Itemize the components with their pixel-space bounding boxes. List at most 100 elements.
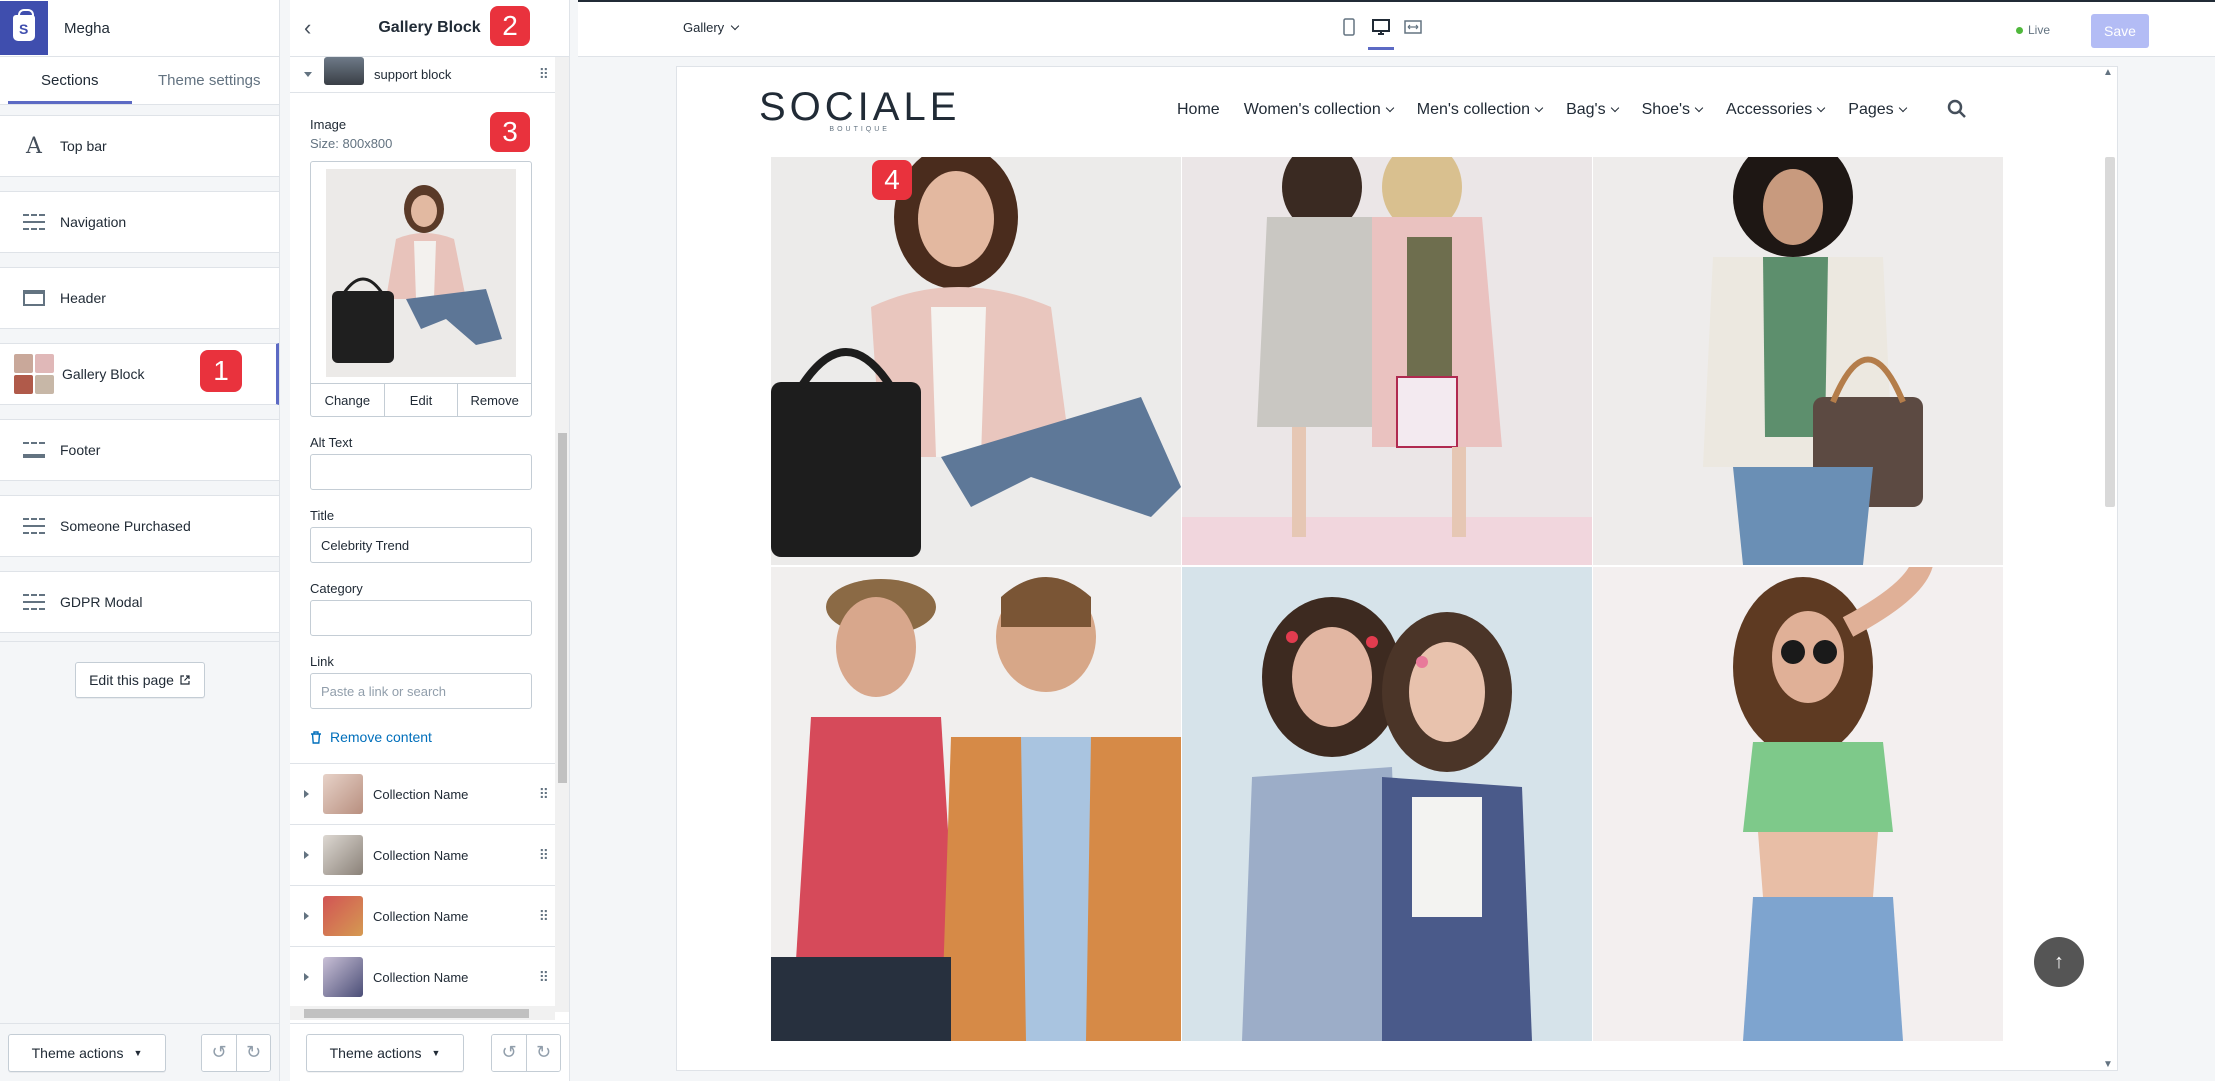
section-label: Gallery Block — [62, 366, 145, 382]
collection-block-row[interactable]: Collection Name ⠿ — [290, 947, 569, 1008]
title-input[interactable]: Celebrity Trend — [310, 527, 532, 563]
edit-image-button[interactable]: Edit — [383, 384, 458, 416]
menu-label: Home — [1177, 101, 1220, 118]
section-lines-icon — [22, 515, 46, 537]
caret-right-icon — [304, 912, 309, 920]
gallery-image[interactable] — [1593, 157, 2003, 565]
editor-vertical-scrollbar[interactable] — [555, 57, 569, 1012]
gallery-image[interactable] — [1593, 567, 2003, 1041]
section-label: GDPR Modal — [60, 594, 143, 610]
fullscreen-view-icon[interactable] — [1404, 16, 1422, 38]
preview-vertical-scrollbar[interactable]: ▲ ▼ — [2099, 67, 2117, 1070]
collection-thumbnail — [323, 774, 363, 814]
section-item-navigation[interactable]: Navigation — [0, 191, 279, 253]
preview-topbar: Gallery Live Save — [578, 0, 2215, 57]
chevron-down-icon — [1385, 103, 1394, 113]
section-item-header[interactable]: Header — [0, 267, 279, 329]
page-selector[interactable]: Gallery — [683, 20, 740, 35]
trash-icon — [311, 730, 321, 744]
drag-handle-icon[interactable]: ⠿ — [539, 908, 549, 925]
section-item-gdpr-modal[interactable]: GDPR Modal — [0, 571, 279, 633]
block-editor-panel: ‹ Gallery Block support block ⠿ Image Si… — [290, 0, 570, 1081]
menu-item-accessories[interactable]: Accessories — [1726, 101, 1826, 119]
mobile-view-icon[interactable] — [1340, 16, 1358, 38]
device-toggle — [1340, 16, 1422, 50]
scroll-up-icon[interactable]: ▲ — [2103, 67, 2113, 78]
drag-handle-icon[interactable]: ⠿ — [539, 66, 549, 83]
menu-item-pages[interactable]: Pages — [1848, 101, 1907, 119]
remove-content-link[interactable]: Remove content — [310, 729, 549, 745]
undo-icon[interactable]: ↺ — [492, 1034, 526, 1071]
scroll-to-top-button[interactable]: ↑ — [2034, 937, 2084, 987]
section-lines-icon — [22, 591, 46, 613]
sections-sidebar: S Megha Sections Theme settings A Top ba… — [0, 0, 280, 1081]
collection-thumbnail — [323, 896, 363, 936]
menu-label: Women's collection — [1243, 101, 1381, 118]
redo-icon[interactable]: ↻ — [236, 1034, 270, 1071]
alt-text-input[interactable] — [310, 454, 532, 490]
caret-down-icon: ▼ — [133, 1047, 143, 1058]
gallery-image[interactable] — [1182, 157, 1592, 565]
chevron-down-icon — [1610, 103, 1619, 113]
annotation-badge-4: 4 — [872, 160, 912, 200]
store-logo-text: SOCIALE — [759, 85, 961, 129]
menu-label: Bag's — [1566, 101, 1606, 118]
collection-block-row[interactable]: Collection Name ⠿ — [290, 764, 569, 825]
drag-handle-icon[interactable]: ⠿ — [539, 847, 549, 864]
back-arrow-icon[interactable]: ‹ — [304, 15, 311, 41]
storefront-nav: SOCIALE BOUTIQUE Home Women's collection… — [677, 67, 2117, 157]
support-block-row[interactable]: support block ⠿ — [290, 56, 569, 93]
section-item-top-bar[interactable]: A Top bar — [0, 115, 279, 177]
collection-label: Collection Name — [373, 786, 469, 802]
store-logo[interactable]: SOCIALE BOUTIQUE — [759, 85, 960, 133]
collection-thumbnail — [323, 835, 363, 875]
remove-image-button[interactable]: Remove — [457, 384, 531, 416]
menu-item-shoes[interactable]: Shoe's — [1642, 101, 1704, 119]
gallery-image[interactable] — [771, 157, 1181, 565]
gallery-image[interactable] — [1182, 567, 1592, 1041]
live-status-label: Live — [2027, 23, 2050, 37]
edit-this-page-button[interactable]: Edit this page — [74, 662, 205, 698]
tab-theme-settings[interactable]: Theme settings — [140, 57, 280, 104]
sidebar-tabs: Sections Theme settings — [0, 57, 279, 105]
scroll-down-icon[interactable]: ▼ — [2103, 1059, 2113, 1070]
link-input[interactable]: Paste a link or search — [310, 673, 532, 709]
search-icon[interactable] — [1947, 99, 1967, 124]
theme-actions-button[interactable]: Theme actions ▼ — [8, 1033, 166, 1072]
edit-page-label: Edit this page — [89, 672, 174, 688]
section-item-someone-purchased[interactable]: Someone Purchased — [0, 495, 279, 557]
shopify-logo-icon[interactable]: S — [0, 1, 48, 55]
live-status: Live — [2015, 23, 2050, 37]
gallery-image[interactable] — [771, 567, 1181, 1041]
undo-icon[interactable]: ↺ — [202, 1034, 236, 1071]
drag-handle-icon[interactable]: ⠿ — [539, 969, 549, 986]
caret-down-icon: ▼ — [431, 1047, 441, 1058]
menu-label: Accessories — [1726, 101, 1813, 118]
save-button[interactable]: Save — [2091, 14, 2149, 48]
theme-actions-label: Theme actions — [329, 1044, 422, 1061]
menu-item-bags[interactable]: Bag's — [1566, 101, 1619, 119]
menu-label: Pages — [1848, 101, 1894, 118]
menu-item-mens-collection[interactable]: Men's collection — [1417, 101, 1544, 119]
change-image-button[interactable]: Change — [311, 384, 384, 416]
collection-block-row[interactable]: Collection Name ⠿ — [290, 825, 569, 886]
caret-right-icon — [304, 851, 309, 859]
image-picker: Change Edit Remove — [310, 161, 532, 417]
tab-sections[interactable]: Sections — [0, 57, 140, 104]
store-bar: S Megha — [0, 0, 279, 57]
category-input[interactable] — [310, 600, 532, 636]
drag-handle-icon[interactable]: ⠿ — [539, 786, 549, 803]
storefront-preview: SOCIALE BOUTIQUE Home Women's collection… — [676, 66, 2118, 1071]
block-settings-form: Image Size: 800x800 Change Edit Remove A… — [290, 93, 569, 745]
alt-text-label: Alt Text — [310, 435, 353, 450]
menu-item-home[interactable]: Home — [1177, 101, 1220, 119]
section-item-footer[interactable]: Footer — [0, 419, 279, 481]
undo-redo-group: ↺ ↻ — [201, 1033, 271, 1072]
collection-label: Collection Name — [373, 908, 469, 924]
redo-icon[interactable]: ↻ — [526, 1034, 560, 1071]
theme-actions-button[interactable]: Theme actions ▼ — [306, 1033, 464, 1072]
editor-horizontal-scrollbar[interactable] — [290, 1006, 555, 1020]
desktop-view-icon[interactable] — [1368, 16, 1394, 50]
menu-item-womens-collection[interactable]: Women's collection — [1243, 101, 1394, 119]
collection-block-row[interactable]: Collection Name ⠿ — [290, 886, 569, 947]
